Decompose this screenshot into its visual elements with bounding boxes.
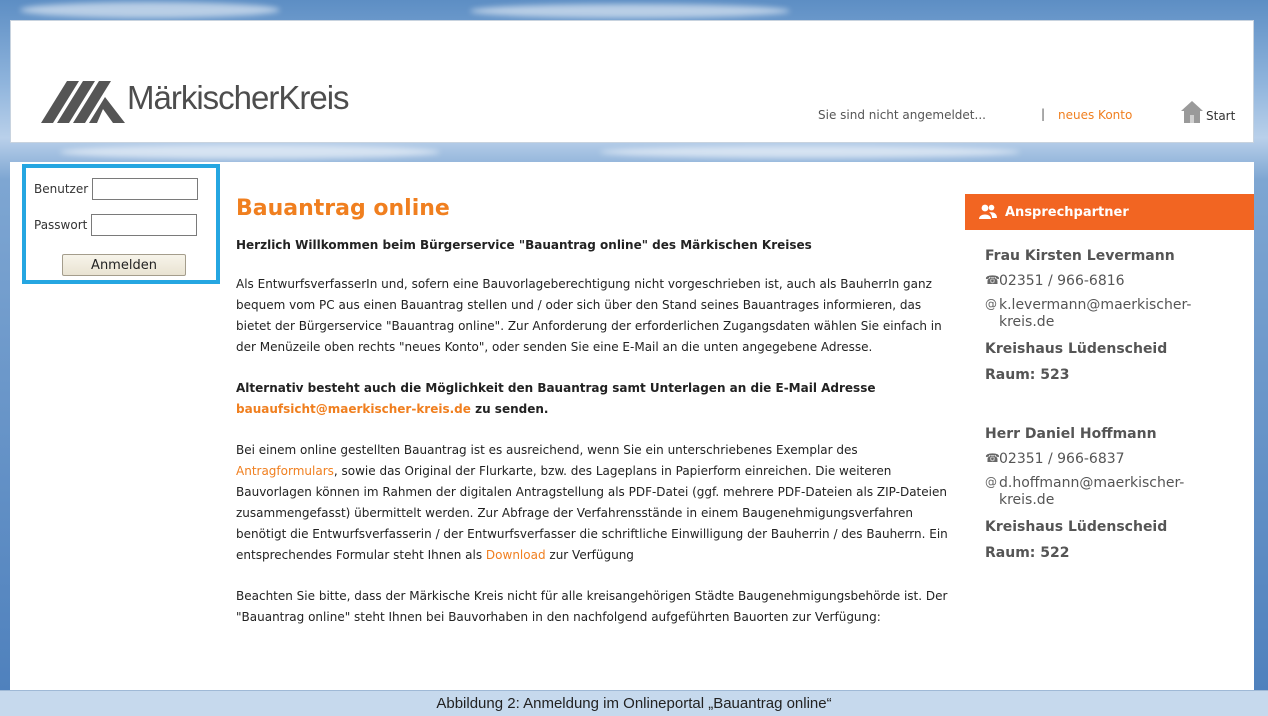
start-link[interactable]: Start — [1180, 100, 1235, 124]
site-header: MärkischerKreis Sie sind nicht angemelde… — [10, 20, 1254, 143]
username-input[interactable] — [92, 178, 199, 200]
cloud — [600, 146, 1020, 158]
contact-phone: ☎ 02351 / 966-6816 — [985, 273, 1250, 289]
cloud — [60, 145, 440, 159]
requirements-text-end: zur Verfügung — [545, 548, 634, 562]
application-form-link[interactable]: Antragformulars — [236, 464, 334, 478]
alternative-text-end: zu senden. — [470, 402, 549, 416]
site-logo[interactable]: MärkischerKreis — [41, 77, 393, 127]
requirements-text: Bei einem online gestellten Bauantrag is… — [236, 443, 858, 457]
password-input[interactable] — [91, 214, 198, 236]
figure-caption: Abbildung 2: Anmeldung im Onlineportal „… — [0, 690, 1268, 716]
page-title: Bauantrag online — [236, 196, 450, 221]
contact-header-title: Ansprechpartner — [1005, 204, 1129, 220]
requirements-paragraph: Bei einem online gestellten Bauantrag is… — [236, 440, 948, 566]
contact-room: Raum: 523 — [985, 367, 1070, 383]
intro-paragraph: Als EntwurfsverfasserIn und, sofern eine… — [236, 277, 942, 354]
email-line1: d.hoffmann@maerkischer- — [999, 475, 1185, 491]
contact-email[interactable]: @ d.hoffmann@maerkischer- kreis.de — [985, 475, 1250, 509]
email-icon: @ — [985, 475, 997, 489]
email-line1: k.levermann@maerkischer- — [999, 297, 1192, 313]
login-box: Benutzer Passwort Anmelden — [22, 164, 220, 284]
email-icon: @ — [985, 297, 997, 311]
alternative-text: Alternativ besteht auch die Möglichkeit … — [236, 381, 876, 395]
contact-phone: ☎ 02351 / 966-6837 — [985, 451, 1250, 467]
notice-paragraph: Beachten Sie bitte, dass der Märkische K… — [236, 589, 948, 624]
email-address[interactable]: k.levermann@maerkischer- kreis.de — [999, 297, 1191, 331]
contact-card: Herr Daniel Hoffmann ☎ 02351 / 966-6837 … — [985, 426, 1250, 561]
login-status-text: Sie sind nicht angemeldet... — [818, 108, 986, 122]
header-separator: | — [1041, 107, 1046, 121]
new-account-link[interactable]: neues Konto — [1058, 108, 1132, 122]
password-label: Passwort — [34, 218, 88, 232]
contact-name: Herr Daniel Hoffmann — [985, 426, 1157, 442]
contact-office: Kreishaus Lüdenscheid — [985, 519, 1168, 535]
contacts-icon — [979, 204, 997, 219]
cloud — [470, 4, 790, 18]
email-line2: kreis.de — [999, 492, 1055, 508]
email-link[interactable]: bauaufsicht@maerkischer-kreis.de — [236, 402, 471, 416]
home-icon — [1181, 101, 1203, 123]
article: Bauantrag online Herzlich Willkommen bei… — [236, 196, 948, 648]
cloud — [20, 2, 280, 18]
login-button[interactable]: Anmelden — [62, 254, 186, 276]
alternative-paragraph: Alternativ besteht auch die Möglichkeit … — [236, 378, 948, 420]
username-row: Benutzer — [34, 178, 199, 200]
password-row: Passwort — [34, 214, 198, 236]
contact-office: Kreishaus Lüdenscheid — [985, 341, 1168, 357]
phone-icon: ☎ — [985, 451, 1000, 465]
phone-number: 02351 / 966-6816 — [999, 273, 1125, 289]
email-line2: kreis.de — [999, 314, 1055, 330]
username-label: Benutzer — [34, 182, 89, 196]
contact-email[interactable]: @ k.levermann@maerkischer- kreis.de — [985, 297, 1250, 331]
phone-icon: ☎ — [985, 273, 1000, 287]
download-link[interactable]: Download — [486, 548, 546, 562]
phone-number: 02351 / 966-6837 — [999, 451, 1125, 467]
email-address[interactable]: d.hoffmann@maerkischer- kreis.de — [999, 475, 1184, 509]
main-content: Benutzer Passwort Anmelden Bauantrag onl… — [10, 162, 1254, 690]
contact-card: Frau Kirsten Levermann ☎ 02351 / 966-681… — [985, 248, 1250, 383]
start-label: Start — [1206, 109, 1236, 123]
logo-text: MärkischerKreis — [127, 79, 350, 116]
contact-name: Frau Kirsten Levermann — [985, 248, 1175, 264]
intro-heading: Herzlich Willkommen beim Bürgerservice "… — [236, 238, 812, 252]
logo-mark-icon — [41, 81, 125, 123]
contact-header: Ansprechpartner — [965, 194, 1254, 230]
contact-room: Raum: 522 — [985, 545, 1070, 561]
